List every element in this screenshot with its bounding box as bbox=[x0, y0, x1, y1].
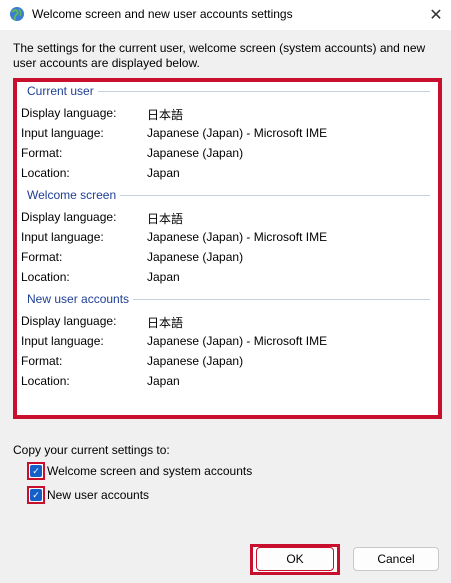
row-label: Input language: bbox=[21, 230, 104, 244]
welcome-screen-checkbox[interactable]: ✓ bbox=[27, 462, 45, 480]
row-value: 日本語 bbox=[147, 108, 184, 122]
row-value: Japanese (Japan) - Microsoft IME bbox=[147, 126, 328, 140]
row-label: Format: bbox=[21, 146, 63, 160]
close-button[interactable]: ✕ bbox=[421, 0, 451, 30]
row-label: Display language: bbox=[21, 210, 117, 224]
title-bar: Welcome screen and new user accounts set… bbox=[0, 0, 451, 30]
section-title-new-user-accounts: New user accounts bbox=[27, 292, 134, 306]
new-user-accounts-checkbox[interactable]: ✓ bbox=[27, 486, 45, 504]
cancel-button[interactable]: Cancel bbox=[353, 547, 439, 571]
window-title: Welcome screen and new user accounts set… bbox=[32, 7, 293, 21]
row-value: Japanese (Japan) bbox=[147, 250, 244, 264]
ok-button[interactable]: OK bbox=[256, 547, 334, 571]
row-value: 日本語 bbox=[147, 316, 184, 330]
row-label: Display language: bbox=[21, 106, 117, 120]
row-label: Display language: bbox=[21, 314, 117, 328]
row-label: Location: bbox=[21, 166, 70, 180]
row-label: Input language: bbox=[21, 126, 104, 140]
intro-text: The settings for the current user, welco… bbox=[13, 41, 426, 70]
close-icon: ✕ bbox=[429, 7, 443, 24]
row-value: 日本語 bbox=[147, 212, 184, 226]
row-value: Japanese (Japan) - Microsoft IME bbox=[147, 230, 328, 244]
row-label: Format: bbox=[21, 250, 63, 264]
row-value: Japanese (Japan) bbox=[147, 146, 244, 160]
row-value: Japanese (Japan) bbox=[147, 354, 244, 368]
globe-icon bbox=[10, 7, 24, 21]
row-value: Japanese (Japan) - Microsoft IME bbox=[147, 334, 328, 348]
row-value: Japan bbox=[147, 374, 180, 388]
row-label: Location: bbox=[21, 270, 70, 284]
section-title-welcome-screen: Welcome screen bbox=[27, 188, 121, 202]
welcome-screen-checkbox-label[interactable]: Welcome screen and system accounts bbox=[47, 464, 252, 478]
checkmark-icon: ✓ bbox=[30, 489, 42, 501]
checkmark-icon: ✓ bbox=[30, 465, 42, 477]
row-value: Japan bbox=[147, 270, 180, 284]
row-label: Input language: bbox=[21, 334, 104, 348]
new-user-accounts-checkbox-label[interactable]: New user accounts bbox=[47, 488, 149, 502]
section-title-current-user: Current user bbox=[27, 84, 98, 98]
row-label: Format: bbox=[21, 354, 63, 368]
row-label: Location: bbox=[21, 374, 70, 388]
settings-panel: Current user Display language: 日本語 Input… bbox=[13, 78, 442, 419]
copy-settings-label: Copy your current settings to: bbox=[13, 443, 170, 457]
row-value: Japan bbox=[147, 166, 180, 180]
